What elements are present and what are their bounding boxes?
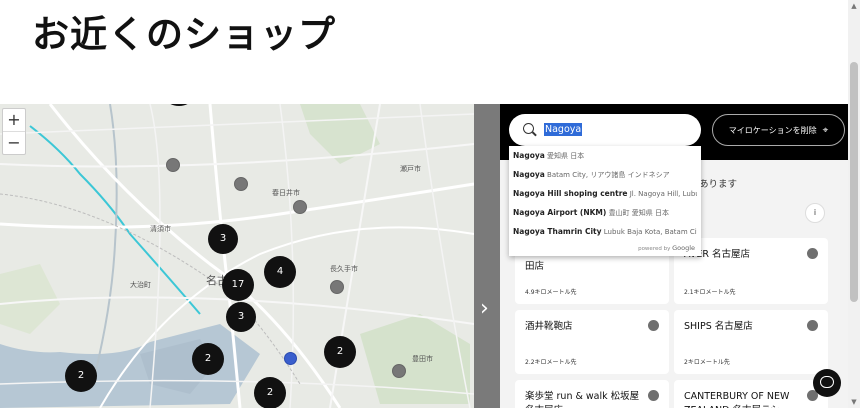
results-info-text: あります: [699, 179, 738, 190]
store-name: CANTERBURY OF NEW ZEALAND 名古屋ラシ: [684, 391, 790, 408]
autocomplete-item[interactable]: Nagoya Airport (NKM) 豊山町 愛知県 日本: [513, 208, 697, 218]
autocomplete-item[interactable]: Nagoya Batam City, リアウ諸島 インドネシア: [513, 170, 697, 180]
map-town-label: 春日井市: [272, 189, 300, 197]
chat-icon: [820, 376, 834, 388]
store-name: 楽歩堂 run & walk 松坂屋名古屋店: [525, 391, 640, 408]
google-attribution: powered by Google: [638, 244, 695, 252]
store-distance: 2.2キロメートル先: [525, 359, 577, 366]
map-zoom-control: + −: [2, 108, 26, 155]
store-pin[interactable]: [234, 177, 248, 191]
store-card[interactable]: CANTERBURY OF NEW ZEALAND 名古屋ラシ: [674, 380, 828, 408]
chat-button[interactable]: [813, 369, 841, 397]
map-cluster[interactable]: 3: [226, 302, 256, 332]
map-cluster[interactable]: 4: [264, 256, 296, 288]
scroll-down-icon[interactable]: ▼: [850, 398, 858, 406]
search-icon: [523, 123, 534, 134]
autocomplete-item[interactable]: Nagoya Thamrin City Lubuk Baja Kota, Bat…: [513, 227, 697, 236]
store-pin[interactable]: [293, 200, 307, 214]
store-status-dot: [648, 320, 659, 331]
store-distance: 2キロメートル先: [684, 359, 730, 366]
map-cluster[interactable]: 2: [65, 360, 97, 392]
store-pin[interactable]: [330, 280, 344, 294]
remove-my-location-button[interactable]: マイロケーションを削除 ⌖: [712, 114, 845, 146]
remove-my-location-label: マイロケーションを削除: [728, 126, 817, 135]
map-collapse-button[interactable]: ›: [474, 104, 500, 408]
map-town-label: 長久手市: [330, 265, 358, 273]
current-location-pin[interactable]: [284, 352, 297, 365]
map-cluster[interactable]: 3: [208, 224, 238, 254]
store-name: 酒井靴鞄店: [525, 321, 573, 332]
scrollbar-thumb[interactable]: [850, 62, 858, 302]
map-cluster[interactable]: 2: [324, 336, 356, 368]
store-distance: 2.1キロメートル先: [684, 289, 736, 296]
store-status-dot: [807, 320, 818, 331]
store-name: 田店: [525, 261, 545, 272]
scroll-up-icon[interactable]: ▲: [850, 2, 858, 10]
store-status-dot: [648, 390, 659, 401]
store-map[interactable]: 名古屋市 豊田市 春日井市 長久手市 大治町 清須市 瀬戸市 + − 3 17 …: [0, 104, 500, 408]
map-cluster[interactable]: 2: [192, 343, 224, 375]
map-town-label: 瀬戸市: [400, 165, 421, 173]
map-cluster[interactable]: 2: [254, 377, 286, 408]
autocomplete-item[interactable]: Nagoya Hill shoping centre Jl. Nagoya Hi…: [513, 189, 697, 198]
store-distance: 4.9キロメートル先: [525, 289, 577, 296]
map-town-label: 清須市: [150, 225, 171, 233]
zoom-in-button[interactable]: +: [3, 109, 25, 131]
chevron-right-icon: ›: [480, 296, 489, 321]
location-search-box[interactable]: Nagoya: [509, 114, 701, 146]
store-card[interactable]: SHIPS 名古屋店 2キロメートル先: [674, 310, 828, 374]
page-title: お近くのショップ: [32, 13, 336, 56]
map-town-label: 豊田市: [412, 355, 433, 363]
info-icon[interactable]: i: [805, 203, 825, 223]
map-cluster[interactable]: 17: [222, 269, 254, 301]
store-pin[interactable]: [166, 158, 180, 172]
store-name: AVER 名古屋店: [684, 249, 751, 260]
store-name: SHIPS 名古屋店: [684, 321, 753, 332]
store-status-dot: [807, 248, 818, 259]
autocomplete-item[interactable]: Nagoya 愛知県 日本: [513, 151, 697, 161]
search-input-selected-text[interactable]: Nagoya: [544, 123, 583, 136]
zoom-out-button[interactable]: −: [3, 131, 25, 154]
crosshair-icon: ⌖: [822, 125, 829, 136]
map-town-label: 大治町: [130, 281, 151, 289]
store-card[interactable]: 楽歩堂 run & walk 松坂屋名古屋店: [515, 380, 669, 408]
store-pin[interactable]: [392, 364, 406, 378]
autocomplete-dropdown: Nagoya 愛知県 日本 Nagoya Batam City, リアウ諸島 イ…: [509, 146, 701, 256]
page-scrollbar[interactable]: ▲ ▼: [848, 0, 860, 408]
store-card[interactable]: 酒井靴鞄店 2.2キロメートル先: [515, 310, 669, 374]
